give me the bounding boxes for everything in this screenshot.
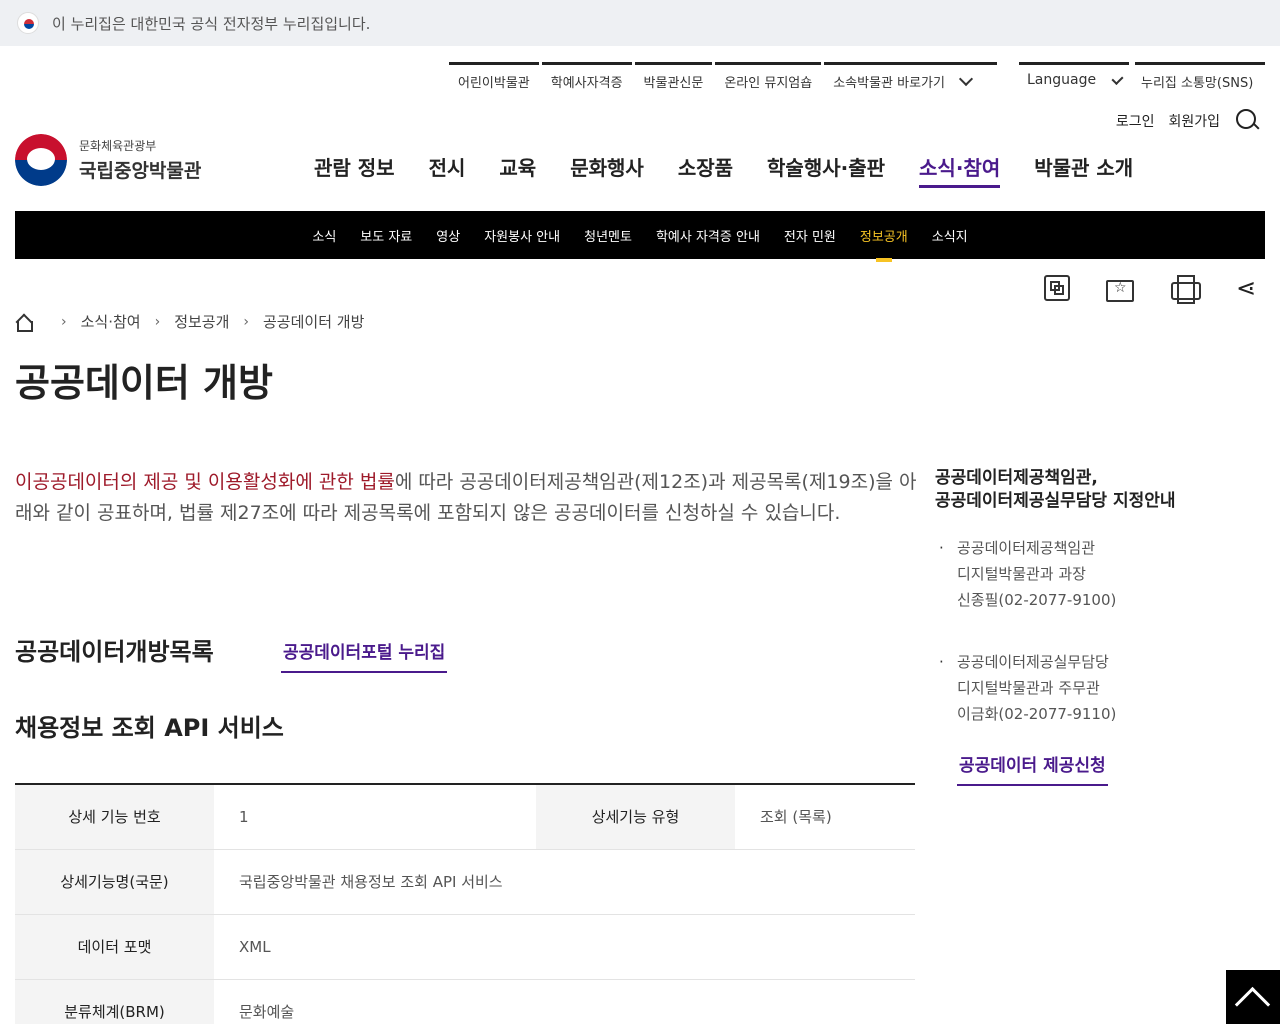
util-link-affiliates[interactable]: 소속박물관 바로가기 <box>824 62 998 100</box>
subnav-curator[interactable]: 학예사 자격증 안내 <box>656 226 760 245</box>
util-link-curator[interactable]: 학예사자격증 <box>541 62 632 100</box>
officer-sidebar: 공공데이터제공책임관, 공공데이터제공실무담당 지정안내 공공데이터제공책임관 … <box>935 467 1255 786</box>
breadcrumb-item[interactable]: 정보공개 <box>174 311 229 332</box>
gnb-research[interactable]: 학술행사·출판 <box>767 152 885 188</box>
site-logo[interactable]: 문화체육관광부 국립중앙박물관 <box>15 134 201 186</box>
subnav-civil[interactable]: 전자 민원 <box>784 226 836 245</box>
chevron-down-icon <box>958 71 974 87</box>
util-link-newspaper[interactable]: 박물관신문 <box>634 62 713 100</box>
officer-item: 공공데이터제공책임관 디지털박물관과 과장 신종필(02-2077-9100) <box>935 535 1255 613</box>
korea-flag-icon <box>17 12 39 34</box>
gnb-about[interactable]: 박물관 소개 <box>1034 152 1133 188</box>
sidebar-title: 공공데이터제공책임관, 공공데이터제공실무담당 지정안내 <box>935 467 1255 513</box>
gnb-events[interactable]: 문화행사 <box>570 152 644 188</box>
signup-link[interactable]: 회원가입 <box>1168 111 1220 131</box>
row-label: 상세 기능 번호 <box>15 784 214 850</box>
table-row: 분류체계(BRM) 문화예술 <box>15 979 915 1024</box>
gnb-collection[interactable]: 소장품 <box>678 152 733 188</box>
gnb-exhibition[interactable]: 전시 <box>429 152 466 188</box>
qr-code-icon[interactable] <box>1044 275 1070 301</box>
chevron-right-icon: › <box>243 313 249 330</box>
row-value: 조회 (목록) <box>735 784 915 850</box>
officer-dept: 디지털박물관과 주무관 <box>957 679 1100 697</box>
portal-link[interactable]: 공공데이터포털 누리집 <box>281 638 448 673</box>
print-icon[interactable] <box>1170 272 1201 304</box>
logo-sub: 문화체육관광부 <box>79 139 157 153</box>
page-tools: ⋖ <box>1044 272 1266 304</box>
main-nav: 관람 정보 전시 교육 문화행사 소장품 학술행사·출판 소식·참여 박물관 소… <box>314 152 1167 188</box>
row-value: 문화예술 <box>214 979 915 1024</box>
language-select[interactable]: Language <box>1019 62 1129 100</box>
subnav-disclosure[interactable]: 정보공개 <box>860 226 908 245</box>
search-icon[interactable] <box>1234 108 1260 134</box>
subnav-newsletter[interactable]: 소식지 <box>932 226 968 245</box>
util-link-kids[interactable]: 어린이박물관 <box>449 62 539 100</box>
api-info-table: 상세 기능 번호 1 상세기능 유형 조회 (목록) 상세기능명(국문) 국립중… <box>15 783 915 1024</box>
officer-role: 공공데이터제공책임관 <box>957 539 1096 557</box>
row-label: 상세기능 유형 <box>536 784 735 850</box>
home-icon[interactable] <box>15 314 33 332</box>
row-value: 국립중앙박물관 채용정보 조회 API 서비스 <box>214 849 915 915</box>
subnav-mentor[interactable]: 청년멘토 <box>584 226 632 245</box>
breadcrumb: › 소식·참여 › 정보공개 › 공공데이터 개방 <box>15 311 364 332</box>
intro-text: 이공공데이터의 제공 및 이용활성화에 관한 법률에 따라 공공데이터제공책임관… <box>15 467 920 529</box>
util-link-shop[interactable]: 온라인 뮤지엄숍 <box>715 62 822 100</box>
chevron-right-icon: › <box>61 313 67 330</box>
sidebar-title-line: 공공데이터제공책임관, <box>935 468 1098 488</box>
chevron-right-icon: › <box>154 313 161 330</box>
officer-item: 공공데이터제공실무담당 디지털박물관과 주무관 이금화(02-2077-9110… <box>935 649 1255 727</box>
row-label: 상세기능명(국문) <box>15 849 214 915</box>
sidebar-title-line: 공공데이터제공실무담당 지정안내 <box>935 491 1176 511</box>
login-link[interactable]: 로그인 <box>1116 111 1155 131</box>
util-link-affiliates-label: 소속박물관 바로가기 <box>833 76 945 91</box>
gnb-visit[interactable]: 관람 정보 <box>314 152 395 188</box>
apply-link[interactable]: 공공데이터 제공신청 <box>957 751 1108 786</box>
table-row: 상세 기능 번호 1 상세기능 유형 조회 (목록) <box>15 784 915 850</box>
share-icon[interactable]: ⋖ <box>1236 272 1266 304</box>
table-row: 데이터 포맷 XML <box>15 914 915 980</box>
gnb-news[interactable]: 소식·참여 <box>919 152 1001 188</box>
officer-person: 신종필(02-2077-9100) <box>957 591 1117 609</box>
logo-main: 국립중앙박물관 <box>79 160 202 182</box>
sns-link[interactable]: 누리집 소통망(SNS) <box>1135 62 1265 100</box>
subnav-press[interactable]: 보도 자료 <box>360 226 412 245</box>
page-title: 공공데이터 개방 <box>15 361 273 405</box>
subnav-volunteer[interactable]: 자원봉사 안내 <box>484 226 560 245</box>
utility-nav: 어린이박물관 학예사자격증 박물관신문 온라인 뮤지엄숍 소속박물관 바로가기 <box>449 62 1000 100</box>
law-link[interactable]: 이공공데이터의 제공 및 이용활성화에 관한 법률 <box>15 471 395 493</box>
row-value: 1 <box>214 784 536 850</box>
officer-role: 공공데이터제공실무담당 <box>957 653 1109 671</box>
bookmark-star-icon[interactable] <box>1106 280 1134 302</box>
gov-banner: 이 누리집은 대한민국 공식 전자정부 누리집입니다. <box>0 0 1280 46</box>
row-value: XML <box>214 914 915 980</box>
scroll-top-button[interactable] <box>1226 970 1280 1024</box>
officer-dept: 디지털박물관과 과장 <box>957 565 1086 583</box>
sub-nav: 소식 보도 자료 영상 자원봉사 안내 청년멘토 학예사 자격증 안내 전자 민… <box>15 211 1265 259</box>
table-row: 상세기능명(국문) 국립중앙박물관 채용정보 조회 API 서비스 <box>15 849 915 915</box>
row-label: 분류체계(BRM) <box>15 979 214 1024</box>
officer-person: 이금화(02-2077-9110) <box>957 705 1117 723</box>
chevron-down-icon <box>1111 73 1124 85</box>
subnav-video[interactable]: 영상 <box>436 226 460 245</box>
row-label: 데이터 포맷 <box>15 914 214 980</box>
gov-banner-text: 이 누리집은 대한민국 공식 전자정부 누리집입니다. <box>52 14 371 33</box>
subnav-news[interactable]: 소식 <box>312 226 336 245</box>
museum-emblem-icon <box>15 134 67 186</box>
breadcrumb-current: 공공데이터 개방 <box>263 313 365 331</box>
login-row: 로그인 회원가입 <box>1116 108 1260 134</box>
breadcrumb-item[interactable]: 소식·참여 <box>81 311 141 332</box>
gnb-education[interactable]: 교육 <box>499 152 536 188</box>
open-list-heading: 공공데이터개방목록 <box>15 638 214 666</box>
language-label: Language <box>1027 72 1097 88</box>
api-heading: 채용정보 조회 API 서비스 <box>15 714 284 742</box>
